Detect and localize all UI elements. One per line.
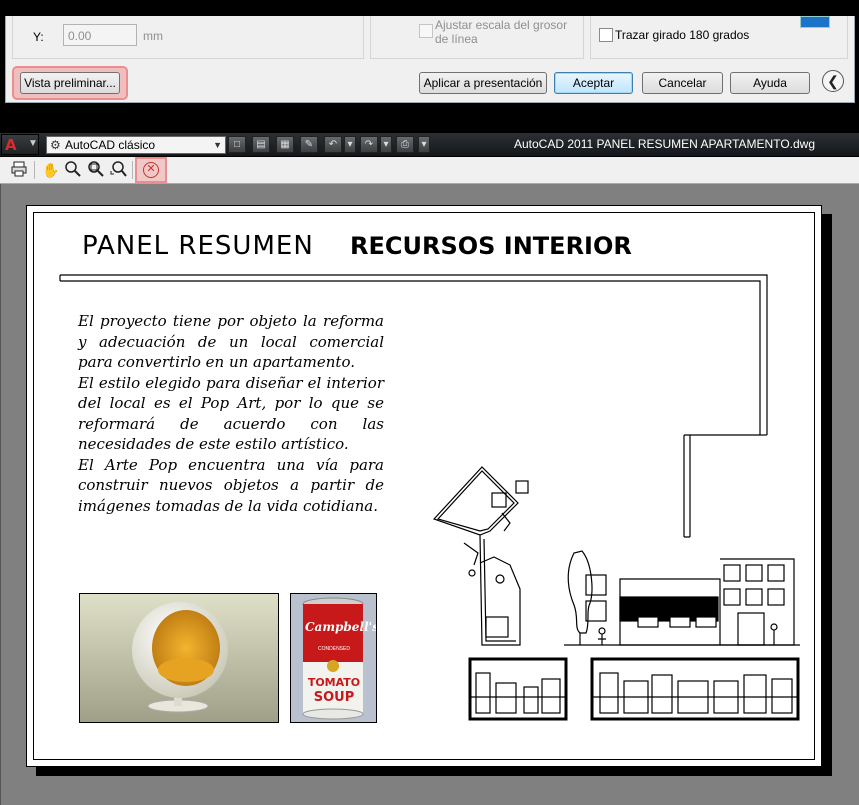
toolbar-separator xyxy=(34,161,35,179)
zoom-icon[interactable] xyxy=(63,160,83,180)
description-paragraph: El Arte Pop encuentra una vía para const… xyxy=(78,455,384,515)
chevron-down-icon: ▼ xyxy=(213,140,222,150)
workspace-select[interactable]: ⚙ AutoCAD clásico ▼ xyxy=(46,136,226,154)
autocad-a-icon: A xyxy=(5,136,17,154)
pan-hand-icon[interactable]: ✋ xyxy=(41,160,61,180)
plot-upside-down-checkbox[interactable] xyxy=(599,28,613,42)
dialog-scroll-corner xyxy=(800,16,830,28)
sheet-border: PANEL RESUMEN RECURSOS INTERIOR El proye… xyxy=(33,212,815,760)
plot-offset-group: Y: 0.00 mm xyxy=(12,16,364,59)
apply-to-layout-button[interactable]: Aplicar a presentación xyxy=(419,72,547,94)
toolbar-separator xyxy=(132,161,133,179)
soup-flavor-tomato: TOMATO xyxy=(307,676,361,689)
redo-icon[interactable]: ↷ xyxy=(360,136,378,153)
ok-button[interactable]: Aceptar xyxy=(554,72,633,94)
save-as-icon[interactable]: ✎ xyxy=(300,136,318,153)
circle-arrow-left-icon[interactable]: ❮ xyxy=(822,70,844,92)
plot-preview-area[interactable]: PANEL RESUMEN RECURSOS INTERIOR El proye… xyxy=(0,184,859,805)
zoom-original-icon[interactable] xyxy=(109,160,129,180)
preview-button-highlight[interactable]: Vista preliminar... xyxy=(12,66,128,100)
scale-lineweight-checkbox[interactable] xyxy=(419,24,433,38)
ball-chair-image xyxy=(79,593,279,723)
soup-flavor-soup: SOUP xyxy=(313,690,355,705)
print-icon[interactable] xyxy=(9,160,29,180)
plot-dialog-body: Y: 0.00 mm Ajustar escala del grosor de … xyxy=(5,16,855,103)
soup-can-image: Campbell's CONDENSED TOMATO SOUP xyxy=(290,593,377,723)
paper-sheet: PANEL RESUMEN RECURSOS INTERIOR El proye… xyxy=(26,205,822,767)
soup-brand: Campbell's xyxy=(305,620,377,634)
plot-dialog: Y: 0.00 mm Ajustar escala del grosor de … xyxy=(0,0,859,106)
chevron-down-icon: ▼ xyxy=(28,138,38,149)
plot-icon[interactable]: ⎙ xyxy=(396,136,414,153)
description-paragraph: El proyecto tiene por objeto la reforma … xyxy=(78,312,384,371)
help-button[interactable]: Ayuda xyxy=(730,72,810,94)
cancel-button[interactable]: Cancelar xyxy=(642,72,723,94)
y-offset-label: Y: xyxy=(33,30,44,44)
description-paragraph: El estilo elegido para diseñar el interi… xyxy=(78,373,384,454)
preview-button[interactable]: Vista preliminar... xyxy=(20,72,120,94)
y-offset-input[interactable]: 0.00 xyxy=(63,24,137,46)
open-file-icon[interactable]: ▤ xyxy=(252,136,270,153)
floor-plan xyxy=(432,466,529,646)
y-offset-unit: mm xyxy=(143,29,163,43)
description-text: El proyecto tiene por objeto la reforma … xyxy=(78,311,384,516)
soup-condensed: CONDENSED xyxy=(318,646,350,652)
preview-toolbar: ✋ ✕ xyxy=(0,157,859,184)
save-icon[interactable]: ▦ xyxy=(276,136,294,153)
undo-icon[interactable]: ↶ xyxy=(324,136,342,153)
undo-dropdown-icon[interactable]: ▾ xyxy=(344,136,356,153)
quick-access-dropdown-icon[interactable]: ▾ xyxy=(418,136,430,153)
new-file-icon[interactable]: □ xyxy=(228,136,246,153)
plot-options-group: Ajustar escala del grosor de línea xyxy=(370,16,584,59)
workspace-select-value: AutoCAD clásico xyxy=(65,138,156,152)
facade-elevation xyxy=(564,550,800,646)
scale-lineweight-label: Ajustar escala del grosor de línea xyxy=(435,18,568,46)
plot-upside-down-label: Trazar girado 180 grados xyxy=(615,28,750,42)
application-menu-button[interactable]: A ▼ xyxy=(1,134,39,155)
zoom-window-icon[interactable] xyxy=(86,160,106,180)
redo-dropdown-icon[interactable]: ▾ xyxy=(380,136,392,153)
autocad-title-bar: A ▼ ⚙ AutoCAD clásico ▼ □ ▤ ▦ ✎ ↶ ▾ ↷ ▾ … xyxy=(0,133,859,156)
window-title: AutoCAD 2011 PANEL RESUMEN APARTAMENTO.d… xyxy=(514,137,815,151)
building-sections xyxy=(468,657,800,721)
gear-icon: ⚙ xyxy=(50,138,61,152)
close-preview-button[interactable]: ✕ xyxy=(135,157,167,183)
close-preview-icon: ✕ xyxy=(143,162,159,178)
